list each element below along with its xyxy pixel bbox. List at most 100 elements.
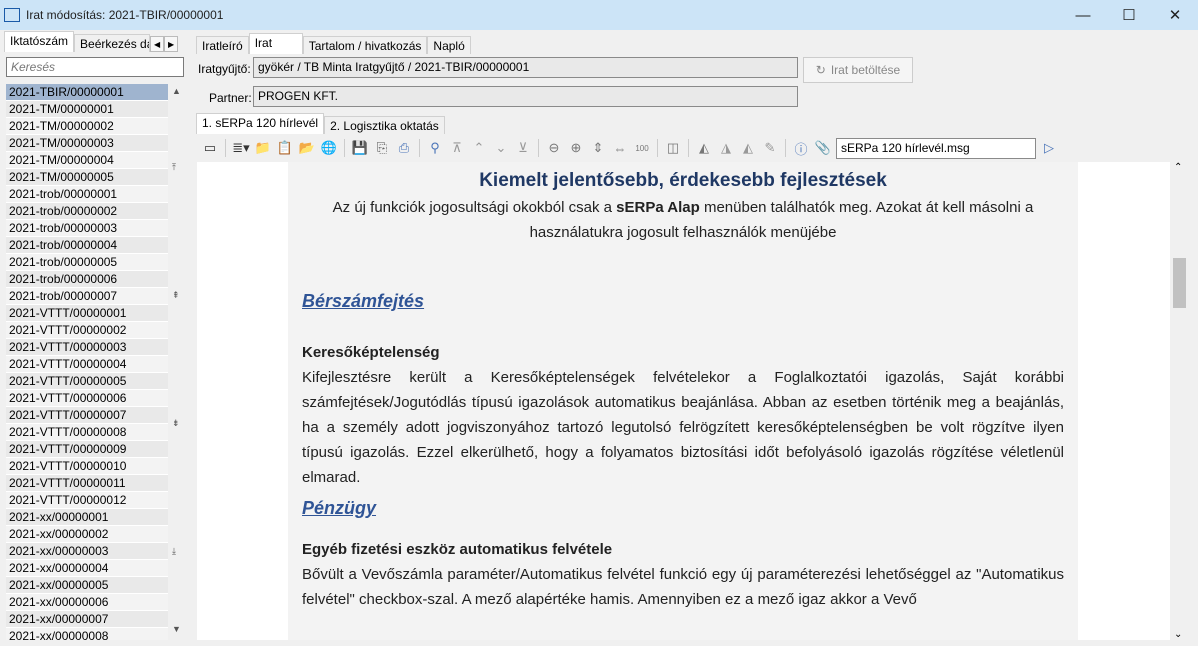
paste-icon[interactable]: 📋 <box>276 139 294 157</box>
iratgyujto-field[interactable]: gyökér / TB Minta Iratgyűjtő / 2021-TBIR… <box>253 57 798 78</box>
list-item[interactable]: 2021-VTTT/00000001 <box>6 305 168 322</box>
prev-page-icon[interactable]: ⌃ <box>470 139 488 157</box>
first-page-icon[interactable]: ⊼ <box>448 139 466 157</box>
list-item[interactable]: 2021-xx/00000007 <box>6 611 168 628</box>
web-link-icon[interactable]: 🌐 <box>320 139 338 157</box>
close-button[interactable]: ✕ <box>1152 0 1198 30</box>
list-item[interactable]: 2021-trob/00000004 <box>6 237 168 254</box>
list-item[interactable]: 2021-xx/00000005 <box>6 577 168 594</box>
partner-label: Partner: <box>209 91 252 105</box>
scroll-down-icon[interactable]: ⌄ <box>1174 629 1182 640</box>
maximize-button[interactable]: ☐ <box>1106 0 1152 30</box>
list-item[interactable]: 2021-trob/00000003 <box>6 220 168 237</box>
document-title: Kiemelt jelentősebb, érdekesebb fejleszt… <box>479 170 887 191</box>
tab-tartalom[interactable]: Tartalom / hivatkozás <box>302 36 428 54</box>
list-item[interactable]: 2021-xx/00000002 <box>6 526 168 543</box>
list-item[interactable]: 2021-VTTT/00000006 <box>6 390 168 407</box>
list-item[interactable]: 2021-xx/00000004 <box>6 560 168 577</box>
partner-field[interactable]: PROGEN KFT. <box>253 86 798 107</box>
copy-icon[interactable]: ⎘ <box>373 139 391 157</box>
list-item[interactable]: 2021-xx/00000003 <box>6 543 168 560</box>
window-icon[interactable]: ▭ <box>201 139 219 157</box>
section-title[interactable]: Bérszámfejtés <box>302 289 1064 314</box>
section-title[interactable]: Pénzügy <box>302 496 1064 521</box>
list-item[interactable]: 2021-VTTT/00000005 <box>6 373 168 390</box>
list-item[interactable]: 2021-TM/00000003 <box>6 135 168 152</box>
zoom-in-icon[interactable]: ⊕ <box>567 139 585 157</box>
document-list[interactable]: 2021-TBIR/00000001 2021-TM/00000001 2021-T… <box>6 84 168 640</box>
scroll-down-icon[interactable]: ▼ <box>172 624 181 634</box>
edit-image-icon[interactable]: ✎ <box>761 139 779 157</box>
actual-size-icon[interactable]: 100 <box>633 139 651 157</box>
next-page-icon[interactable]: ⌄ <box>492 139 510 157</box>
page-up-icon[interactable]: ⇞ <box>172 290 180 301</box>
tab-scroll-right-button[interactable]: ▶ <box>164 36 179 52</box>
window-icon <box>4 8 20 22</box>
list-item[interactable]: 2021-VTTT/00000007 <box>6 407 168 424</box>
zoom-out-icon[interactable]: ⊖ <box>545 139 563 157</box>
viewer-toolbar: ▭ ≣▾ 📁 📋 📂 🌐 💾 ⎘ ⎙ ⚲ ⊼ ⌃ ⌄ ⊻ ⊖ ⊕ ⇕ ⇔ 100… <box>196 136 1171 160</box>
tab-iratleiro[interactable]: Iratleíró <box>196 36 249 54</box>
info-icon[interactable]: ⓘ <box>792 139 810 157</box>
load-document-label: Irat betöltése <box>830 63 901 77</box>
list-item[interactable]: 2021-VTTT/00000004 <box>6 356 168 373</box>
list-scrollbar[interactable]: ▲ ⤒ ⇞ ⇟ ⤓ ▼ <box>168 84 186 640</box>
tab-irat[interactable]: Irat <box>248 33 303 54</box>
list-item[interactable]: 2021-xx/00000006 <box>6 594 168 611</box>
list-item[interactable]: 2021-xx/00000001 <box>6 509 168 526</box>
scroll-bottom-icon[interactable]: ⤓ <box>172 546 176 557</box>
page-down-icon[interactable]: ⇟ <box>172 418 180 429</box>
tab-beerkezes-datum[interactable]: Beérkezés dát <box>74 34 151 52</box>
folder-import-icon[interactable]: 📁 <box>254 139 272 157</box>
print-icon[interactable]: ⎙ <box>395 139 413 157</box>
list-item[interactable]: 2021-trob/00000007 <box>6 288 168 305</box>
search-icon[interactable]: ⚲ <box>426 139 444 157</box>
scroll-up-icon[interactable]: ⌃ <box>1174 162 1182 173</box>
list-item[interactable]: 2021-VTTT/00000003 <box>6 339 168 356</box>
list-item[interactable]: 2021-TM/00000002 <box>6 118 168 135</box>
fit-width-icon[interactable]: ⇔ <box>611 139 629 157</box>
subsection-title: Keresőképtelenség <box>302 344 440 361</box>
list-item[interactable]: 2021-xx/00000008 <box>6 628 168 640</box>
scroll-top-icon[interactable]: ⤒ <box>172 162 176 173</box>
list-item[interactable]: 2021-VTTT/00000012 <box>6 492 168 509</box>
list-item[interactable]: 2021-TM/00000004 <box>6 152 168 169</box>
list-item[interactable]: 2021-TM/00000005 <box>6 169 168 186</box>
layout-icon[interactable]: ◫ <box>664 139 682 157</box>
doc-tab-1[interactable]: 1. sERPa 120 hírlevél <box>196 113 325 134</box>
tab-scroll-left-button[interactable]: ◀ <box>150 36 165 52</box>
intro-text: Az új funkciók jogosultsági okokból csak… <box>332 199 617 216</box>
list-item[interactable]: 2021-VTTT/00000010 <box>6 458 168 475</box>
list-item[interactable]: 2021-VTTT/00000008 <box>6 424 168 441</box>
attachment-icon[interactable]: 📎 <box>814 139 832 157</box>
list-item[interactable]: 2021-trob/00000005 <box>6 254 168 271</box>
list-item[interactable]: 2021-TBIR/00000001 <box>6 84 168 101</box>
document-scrollbar[interactable]: ⌃ ⌄ <box>1170 162 1188 640</box>
fit-height-icon[interactable]: ⇕ <box>589 139 607 157</box>
list-item[interactable]: 2021-trob/00000006 <box>6 271 168 288</box>
scanner-icon[interactable]: ≣▾ <box>232 139 250 157</box>
search-input[interactable]: Keresés <box>6 57 184 77</box>
rotate-left-icon[interactable]: ◮ <box>717 139 735 157</box>
list-item[interactable]: 2021-trob/00000001 <box>6 186 168 203</box>
minimize-button[interactable]: — <box>1060 0 1106 30</box>
document-viewer[interactable]: Kiemelt jelentősebb, érdekesebb fejleszt… <box>197 162 1171 640</box>
doc-tab-2[interactable]: 2. Logisztika oktatás <box>324 116 445 134</box>
list-item[interactable]: 2021-VTTT/00000011 <box>6 475 168 492</box>
list-item[interactable]: 2021-VTTT/00000002 <box>6 322 168 339</box>
rotate-right-icon[interactable]: ◭ <box>739 139 757 157</box>
filename-field[interactable]: sERPa 120 hírlevél.msg <box>836 137 1036 159</box>
flip-icon[interactable]: ◭ <box>695 139 713 157</box>
last-page-icon[interactable]: ⊻ <box>514 139 532 157</box>
scroll-up-icon[interactable]: ▲ <box>172 86 181 96</box>
save-icon[interactable]: 💾 <box>351 139 369 157</box>
load-document-button[interactable]: ↻ Irat betöltése <box>803 57 913 83</box>
list-item[interactable]: 2021-VTTT/00000009 <box>6 441 168 458</box>
scrollbar-thumb[interactable] <box>1173 258 1186 308</box>
play-icon[interactable]: ▷ <box>1040 139 1058 157</box>
list-item[interactable]: 2021-TM/00000001 <box>6 101 168 118</box>
tab-iktatoszam[interactable]: Iktatószám <box>4 31 75 52</box>
tab-naplo[interactable]: Napló <box>427 36 471 54</box>
folder-paste-icon[interactable]: 📂 <box>298 139 316 157</box>
list-item[interactable]: 2021-trob/00000002 <box>6 203 168 220</box>
